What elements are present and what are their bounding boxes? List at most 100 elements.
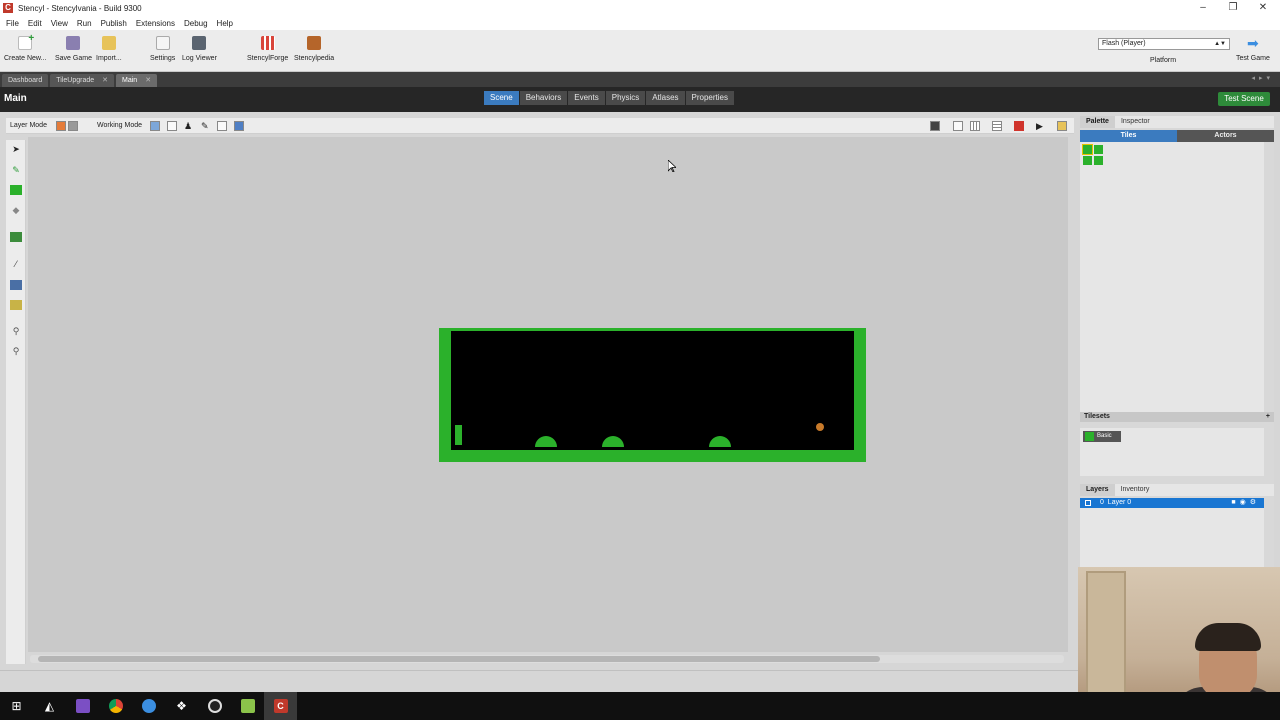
tile-item[interactable] xyxy=(1082,144,1093,155)
tab-properties[interactable]: Properties xyxy=(685,91,734,105)
scene-level[interactable] xyxy=(439,328,866,462)
save-game-label: Save Game xyxy=(55,55,92,62)
region-mode-icon[interactable] xyxy=(167,121,177,131)
coin-actor[interactable] xyxy=(816,423,824,431)
play-icon[interactable]: ▶ xyxy=(1036,121,1046,131)
tile-grid-tool-icon[interactable] xyxy=(10,185,22,195)
scrollbar-thumb[interactable] xyxy=(38,656,880,662)
tab-behaviors[interactable]: Behaviors xyxy=(519,91,568,105)
menu-extensions[interactable]: Extensions xyxy=(136,19,175,28)
tab-layers[interactable]: Layers xyxy=(1080,484,1115,496)
enemy-actor[interactable] xyxy=(535,436,557,447)
image-tool-icon[interactable] xyxy=(10,300,22,310)
restore-button[interactable]: ❐ xyxy=(1218,0,1248,16)
status-bar xyxy=(0,670,1078,692)
settings-button[interactable]: Settings xyxy=(150,36,175,62)
tab-palette[interactable]: Palette xyxy=(1080,116,1115,128)
layer-controls-icons[interactable]: ■◉⚙ xyxy=(1231,498,1260,508)
snap-grid-icon[interactable] xyxy=(992,121,1002,131)
windows-start-icon[interactable]: ⊞ xyxy=(0,692,33,720)
notepad-icon[interactable] xyxy=(231,692,264,720)
menu-run[interactable]: Run xyxy=(77,19,92,28)
pointer-tool-icon[interactable]: ➤ xyxy=(10,144,22,154)
stencylpedia-label: Stencylpedia xyxy=(294,55,335,62)
tab-main[interactable]: Main ✕ xyxy=(116,74,158,87)
screen-icon[interactable] xyxy=(930,121,940,131)
line-tool-icon[interactable]: ⁄ xyxy=(10,259,22,269)
tab-physics[interactable]: Physics xyxy=(605,91,646,105)
tab-dashboard[interactable]: Dashboard xyxy=(2,74,49,87)
layer-icon xyxy=(1085,500,1091,506)
browser-icon[interactable] xyxy=(132,692,165,720)
test-game-button[interactable]: ➡ Test Game xyxy=(1236,36,1270,62)
import-button[interactable]: Import... xyxy=(96,36,122,62)
menu-debug[interactable]: Debug xyxy=(184,19,208,28)
enemy-actor[interactable] xyxy=(709,436,731,447)
obs-icon[interactable] xyxy=(198,692,231,720)
layer-row[interactable]: 0 Layer 0 ■◉⚙ xyxy=(1080,498,1264,508)
tab-tiles[interactable]: Tiles xyxy=(1080,130,1177,142)
player-actor[interactable] xyxy=(455,425,462,445)
chrome-icon[interactable] xyxy=(99,692,132,720)
menu-help[interactable]: Help xyxy=(217,19,233,28)
tab-atlases[interactable]: Atlases xyxy=(646,91,685,105)
layer-mode-gray-icon[interactable] xyxy=(68,121,78,131)
tab-scene[interactable]: Scene xyxy=(484,91,519,105)
stencylforge-label: StencylForge xyxy=(247,55,289,62)
platform-select[interactable]: Flash (Player) ▲▼ xyxy=(1098,38,1230,50)
actor-mode-icon[interactable]: ♟ xyxy=(184,121,194,131)
working-mode-label: Working Mode xyxy=(97,122,143,129)
tile-item[interactable] xyxy=(1083,156,1092,165)
save-game-button[interactable]: Save Game xyxy=(55,36,92,62)
enemy-actor[interactable] xyxy=(602,436,624,447)
log-viewer-label: Log Viewer xyxy=(182,55,217,62)
fill-tool-icon[interactable] xyxy=(10,232,22,242)
eraser-tool-icon[interactable]: ◆ xyxy=(10,205,22,215)
create-new-button[interactable]: + Create New... xyxy=(4,33,46,62)
menu-edit[interactable]: Edit xyxy=(28,19,42,28)
frame-icon[interactable] xyxy=(953,121,963,131)
tile-item[interactable] xyxy=(1094,156,1103,165)
region-tool-icon[interactable] xyxy=(10,280,22,290)
tab-inventory[interactable]: Inventory xyxy=(1115,484,1156,496)
tab-inspector[interactable]: Inspector xyxy=(1115,116,1156,128)
tab-tileupgrade[interactable]: TileUpgrade ✕ xyxy=(50,74,114,87)
tile-mode-icon[interactable] xyxy=(150,121,160,131)
tile-item[interactable] xyxy=(1094,145,1103,154)
layer-mode-color-icon[interactable] xyxy=(56,121,66,131)
color-mode-icon[interactable] xyxy=(234,121,244,131)
log-viewer-button[interactable]: Log Viewer xyxy=(182,36,217,62)
pencil-mode-icon[interactable]: ✎ xyxy=(201,121,211,131)
image-icon[interactable] xyxy=(1057,121,1067,131)
window-title: Stencyl - Stencylvania - Build 9300 xyxy=(18,3,142,13)
test-scene-button[interactable]: Test Scene xyxy=(1218,92,1270,106)
tileset-item[interactable]: Basic xyxy=(1083,431,1121,442)
tab-actors[interactable]: Actors xyxy=(1177,130,1274,142)
minimize-button[interactable]: – xyxy=(1188,0,1218,16)
close-button[interactable]: ✕ xyxy=(1248,0,1278,16)
visual-studio-icon[interactable] xyxy=(66,692,99,720)
pencil-tool-icon[interactable]: ✎ xyxy=(10,165,22,175)
scene-toolbar: Layer Mode Working Mode ♟ ✎ ▶ xyxy=(6,118,1074,134)
close-icon[interactable]: ✕ xyxy=(145,74,151,87)
stencyl-icon[interactable]: C xyxy=(264,692,297,720)
menu-publish[interactable]: Publish xyxy=(101,19,127,28)
stencyl-launcher-icon[interactable]: ◭ xyxy=(33,692,66,720)
menu-file[interactable]: File xyxy=(6,19,19,28)
close-icon[interactable]: ✕ xyxy=(102,74,108,87)
zoom-in-icon[interactable]: ⚲ xyxy=(10,326,22,336)
tab-events[interactable]: Events xyxy=(568,91,605,105)
app-icon[interactable]: ❖ xyxy=(165,692,198,720)
stencylforge-button[interactable]: StencylForge xyxy=(247,36,288,62)
horizontal-scrollbar[interactable] xyxy=(30,655,1064,663)
scene-name: Main xyxy=(4,93,27,104)
magnet-icon[interactable] xyxy=(1014,121,1024,131)
stencylpedia-button[interactable]: Stencylpedia xyxy=(294,36,334,62)
add-icon[interactable]: + xyxy=(1266,412,1270,422)
blank-mode-icon[interactable] xyxy=(217,121,227,131)
menu-view[interactable]: View xyxy=(51,19,68,28)
zoom-out-icon[interactable]: ⚲ xyxy=(10,346,22,356)
tab-navigation-icons[interactable]: ◂▸▾ xyxy=(1251,74,1274,82)
menu-bar: File Edit View Run Publish Extensions De… xyxy=(0,16,1280,30)
grid-icon[interactable] xyxy=(970,121,980,131)
